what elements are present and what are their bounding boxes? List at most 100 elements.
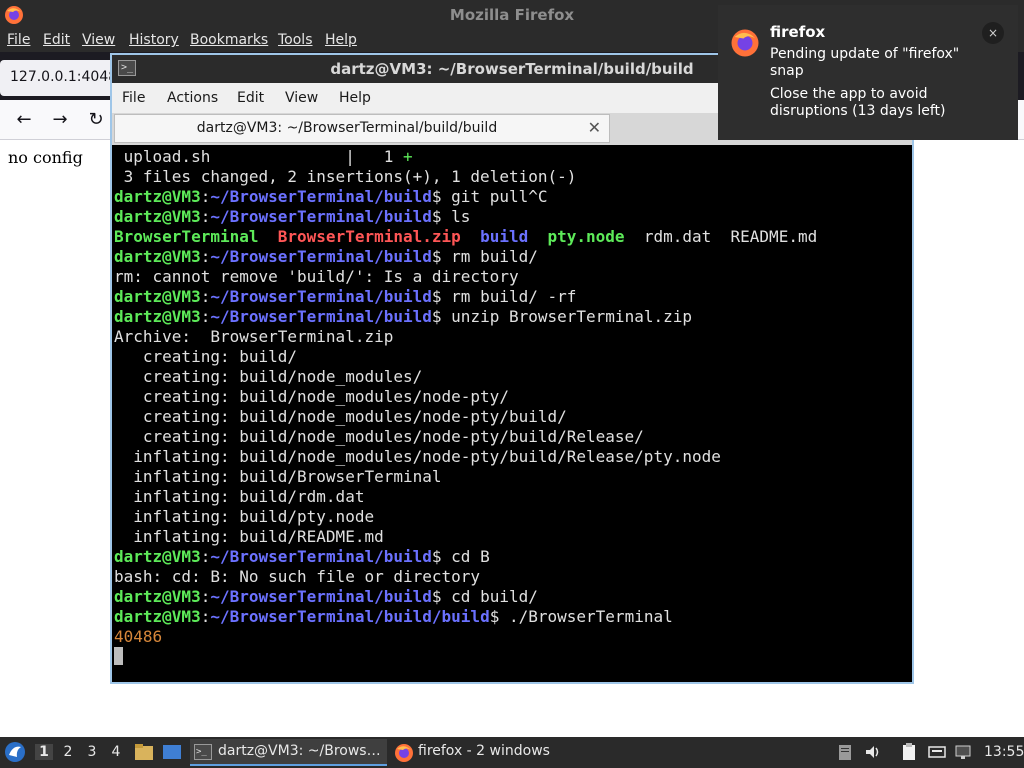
terminal-line: BrowserTerminal BrowserTerminal.zip buil… [114, 227, 817, 247]
workspace-4[interactable]: 4 [107, 744, 125, 760]
notification-popup[interactable]: firefox Pending update of "firefox" snap… [718, 5, 1018, 137]
terminal-line: Archive: BrowserTerminal.zip [114, 327, 817, 347]
workspace-3[interactable]: 3 [83, 744, 101, 760]
firefox-menu-history[interactable]: History [129, 32, 179, 48]
workspace-2[interactable]: 2 [59, 744, 77, 760]
terminal-text-segment: dartz@VM3 [114, 547, 201, 566]
terminal-line: dartz@VM3:~/BrowserTerminal/build$ git p… [114, 187, 817, 207]
terminal-text-segment: ~/BrowserTerminal/build [210, 587, 432, 606]
taskbar-item-firefox[interactable]: firefox - 2 windows [390, 739, 556, 766]
keyboard-icon[interactable] [928, 743, 946, 761]
terminal-text-segment: dartz@VM3 [114, 187, 201, 206]
terminal-text-segment: pty.node [547, 227, 625, 246]
terminal-text-segment: creating: build/ [114, 347, 298, 366]
notification-close-button[interactable]: × [982, 22, 1004, 44]
terminal-line: dartz@VM3:~/BrowserTerminal/build$ ls [114, 207, 817, 227]
terminal-text-segment: ~/BrowserTerminal/build [210, 207, 432, 226]
firefox-tab[interactable]: 127.0.0.1:40486 [0, 60, 112, 96]
terminal-text-segment: : [200, 247, 211, 266]
terminal-cursor-line [114, 647, 817, 667]
terminal-text-segment: Archive: BrowserTerminal.zip [114, 327, 394, 346]
terminal-text-segment: inflating: build/rdm.dat [114, 487, 365, 506]
terminal-text-segment: upload.sh | 1 [114, 147, 403, 166]
terminal-text-segment: ~/BrowserTerminal/build [210, 547, 432, 566]
terminal-text-segment: : [200, 207, 211, 226]
firefox-menu-file[interactable]: File [7, 32, 30, 48]
terminal-line: dartz@VM3:~/BrowserTerminal/build$ unzip… [114, 307, 817, 327]
clock: 13:55 [984, 744, 1024, 760]
terminal-text-segment: $ unzip BrowserTerminal.zip [431, 307, 692, 326]
terminal-output[interactable]: upload.sh | 1 + 3 files changed, 2 inser… [112, 145, 912, 682]
terminal-text-segment: dartz@VM3 [114, 207, 201, 226]
network-icon[interactable] [954, 743, 972, 761]
workspace-1[interactable]: 1 [35, 744, 53, 760]
terminal-menu-help[interactable]: Help [339, 90, 371, 106]
terminal-menu-view[interactable]: View [285, 90, 318, 106]
firefox-menu-view[interactable]: View [82, 32, 115, 48]
terminal-line: inflating: build/README.md [114, 527, 817, 547]
firefox-menu-tools[interactable]: Tools [278, 32, 313, 48]
terminal-text-segment: 40486 [114, 627, 163, 646]
clipboard-icon[interactable] [836, 743, 854, 761]
terminal-menu-file[interactable]: File [122, 90, 145, 106]
terminal-text-segment: inflating: build/node_modules/node-pty/b… [114, 447, 721, 466]
terminal-line: dartz@VM3:~/BrowserTerminal/build$ rm bu… [114, 287, 817, 307]
firefox-menu-bookmarks[interactable]: Bookmarks [190, 32, 268, 48]
terminal-line: upload.sh | 1 + [114, 147, 817, 167]
taskbar-item-terminal[interactable]: >_ dartz@VM3: ~/Brows… [190, 739, 387, 766]
terminal-text-segment: dartz@VM3 [114, 607, 201, 626]
terminal-menu-actions[interactable]: Actions [167, 90, 218, 106]
terminal-line: 3 files changed, 2 insertions(+), 1 dele… [114, 167, 817, 187]
terminal-text-segment: dartz@VM3 [114, 287, 201, 306]
desktop-icon[interactable] [162, 743, 182, 761]
taskbar-item-terminal-label: dartz@VM3: ~/Brows… [218, 743, 381, 759]
terminal-text-segment: ~/BrowserTerminal/build [210, 307, 432, 326]
terminal-icon: >_ [194, 744, 212, 760]
terminal-text-segment: $ rm build/ -rf [431, 287, 577, 306]
terminal-tab[interactable]: dartz@VM3: ~/BrowserTerminal/build/build… [114, 114, 610, 143]
terminal-line: 40486 [114, 627, 817, 647]
terminal-text-segment: inflating: build/README.md [114, 527, 384, 546]
notes-icon[interactable] [900, 743, 918, 761]
terminal-text-segment: + [402, 147, 413, 166]
terminal-text-segment: creating: build/node_modules/node-pty/bu… [114, 407, 567, 426]
terminal-line: dartz@VM3:~/BrowserTerminal/build$ rm bu… [114, 247, 817, 267]
notification-app-name: firefox [770, 23, 826, 41]
terminal-line: inflating: build/node_modules/node-pty/b… [114, 447, 817, 467]
terminal-text-segment: $ ls [431, 207, 471, 226]
terminal-menu-edit[interactable]: Edit [237, 90, 264, 106]
forward-arrow-icon[interactable]: → [48, 108, 72, 132]
terminal-text-segment: 3 files changed, 2 insertions(+), 1 dele… [114, 167, 577, 186]
notification-title: Pending update of "firefox" snap [770, 46, 960, 79]
terminal-line: creating: build/ [114, 347, 817, 367]
close-tab-icon[interactable]: ✕ [588, 118, 601, 137]
firefox-menu-edit[interactable]: Edit [43, 32, 70, 48]
terminal-lines: upload.sh | 1 + 3 files changed, 2 inser… [114, 147, 817, 667]
terminal-line: inflating: build/rdm.dat [114, 487, 817, 507]
terminal-text-segment: : [200, 287, 211, 306]
terminal-text-segment: creating: build/node_modules/ [114, 367, 423, 386]
close-icon: × [982, 22, 1004, 44]
terminal-line: dartz@VM3:~/BrowserTerminal/build$ cd B [114, 547, 817, 567]
firefox-menu-help[interactable]: Help [325, 32, 357, 48]
back-arrow-icon[interactable]: ← [12, 108, 36, 132]
terminal-window: >_ dartz@VM3: ~/BrowserTerminal/build/bu… [110, 53, 914, 684]
terminal-text-segment: $ ./BrowserTerminal [489, 607, 673, 626]
start-menu-icon[interactable] [4, 741, 26, 763]
volume-icon[interactable] [864, 743, 882, 761]
terminal-text-segment: rdm.dat README.md [624, 227, 818, 246]
firefox-icon [395, 744, 413, 762]
file-manager-icon[interactable] [134, 743, 154, 761]
terminal-line: creating: build/node_modules/node-pty/bu… [114, 427, 817, 447]
terminal-tab-label: dartz@VM3: ~/BrowserTerminal/build/build [196, 120, 498, 136]
notification-bottom-strip [718, 130, 1018, 140]
terminal-text-segment: inflating: build/BrowserTerminal [114, 467, 442, 486]
terminal-line: inflating: build/BrowserTerminal [114, 467, 817, 487]
terminal-line: inflating: build/pty.node [114, 507, 817, 527]
terminal-text-segment: $ cd B [431, 547, 490, 566]
terminal-line: dartz@VM3:~/BrowserTerminal/build$ cd bu… [114, 587, 817, 607]
terminal-text-segment: dartz@VM3 [114, 587, 201, 606]
reload-icon[interactable]: ↻ [84, 108, 108, 132]
terminal-text-segment: $ git pull^C [431, 187, 548, 206]
